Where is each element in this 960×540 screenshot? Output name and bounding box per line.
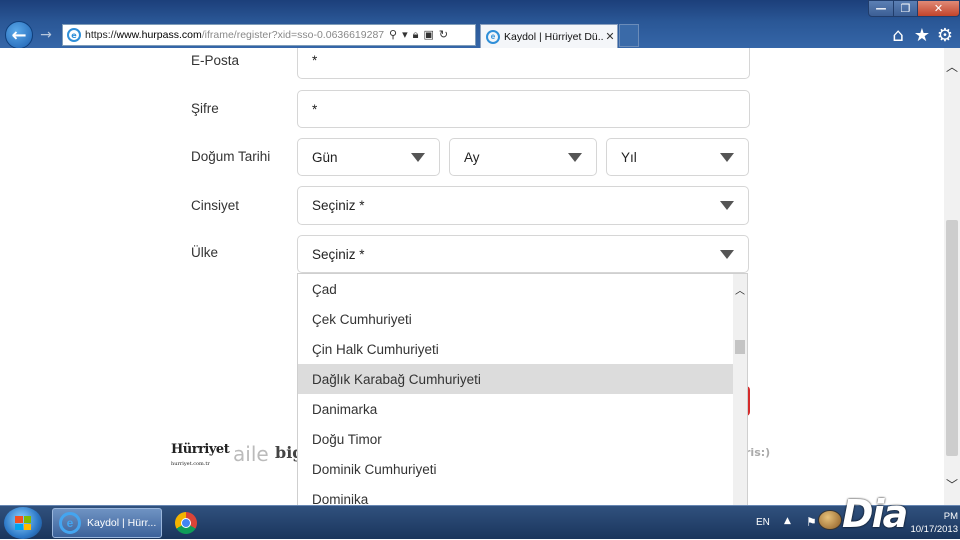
birth-day-select[interactable]: Gün: [297, 138, 440, 176]
country-option[interactable]: Dominik Cumhuriyeti: [298, 454, 734, 484]
windows-logo-icon: [15, 516, 31, 530]
scroll-down-icon[interactable]: ﹀: [944, 476, 960, 493]
taskbar-ie-button[interactable]: e Kaydol | Hürr...: [52, 508, 162, 538]
dropdown-scrollbar-thumb[interactable]: [735, 340, 745, 354]
back-button[interactable]: ←: [5, 21, 33, 49]
address-bar[interactable]: e https://www.hurpass.com/iframe/registe…: [62, 24, 476, 46]
birthdate-label: Doğum Tarihi: [191, 149, 271, 164]
ris-logo[interactable]: ris:): [745, 446, 770, 459]
country-select-value: Seçiniz *: [312, 246, 365, 262]
taskbar: e Kaydol | Hürr... EN ▲ ⚑ Dia PM 10/17/2…: [0, 492, 960, 539]
hurriyet-logo-subtext: hurriyet.com.tr: [171, 461, 210, 467]
favorites-star-icon[interactable]: ★: [912, 25, 932, 46]
birth-year-select[interactable]: Yıl: [606, 138, 749, 176]
close-window-button[interactable]: ✕: [917, 0, 960, 17]
gear-icon[interactable]: ⚙: [935, 25, 955, 46]
search-icon[interactable]: ⚲: [389, 28, 397, 42]
country-option[interactable]: Dağlık Karabağ Cumhuriyeti: [298, 364, 734, 394]
ball-icon: [818, 510, 842, 530]
ie-favicon-icon: e: [67, 28, 81, 42]
gender-label: Cinsiyet: [191, 198, 240, 213]
tab-ie-favicon-icon: e: [486, 29, 500, 44]
action-center-flag-icon[interactable]: ⚑: [806, 515, 817, 529]
system-clock[interactable]: PM 10/17/2013: [880, 510, 958, 536]
internet-explorer-icon: e: [59, 512, 81, 534]
refresh-icon[interactable]: ↻: [439, 28, 448, 42]
chevron-down-icon: [411, 152, 425, 162]
hurriyet-logo-text: Hürriyet: [171, 442, 230, 457]
country-dropdown-list[interactable]: Çad Çek Cumhuriyeti Çin Halk Cumhuriyeti…: [297, 273, 748, 505]
tray-expand-icon[interactable]: ▲: [784, 516, 791, 526]
country-label: Ülke: [191, 245, 219, 260]
maximize-button[interactable]: ❐: [893, 0, 918, 17]
back-arrow-icon: ←: [11, 24, 27, 46]
birth-day-value: Gün: [312, 149, 338, 165]
dropdown-scrollbar[interactable]: ︿: [733, 274, 747, 505]
taskbar-chrome-button[interactable]: [172, 510, 200, 536]
chevron-down-icon: [568, 152, 582, 162]
chevron-down-icon: [720, 201, 734, 210]
password-field-value: *: [312, 101, 318, 117]
country-select[interactable]: Seçiniz *: [297, 235, 749, 273]
new-tab-button[interactable]: [619, 24, 639, 47]
chevron-down-icon: [720, 152, 734, 162]
country-option[interactable]: Danimarka: [298, 394, 734, 424]
email-field[interactable]: *: [297, 48, 750, 79]
chevron-down-icon: [720, 249, 734, 259]
country-option[interactable]: Çek Cumhuriyeti: [298, 304, 734, 334]
email-label: E-Posta: [191, 53, 240, 68]
taskbar-ie-label: Kaydol | Hürr...: [87, 517, 157, 529]
hurriyet-logo[interactable]: Hürriyet hurriyet.com.tr: [171, 442, 230, 468]
country-options: Çad Çek Cumhuriyeti Çin Halk Cumhuriyeti…: [298, 274, 734, 505]
url-scheme: https://: [85, 29, 117, 41]
country-option[interactable]: Dominika: [298, 484, 734, 506]
url-path: /iframe/register?xid=sso-0.0636619287: [201, 29, 385, 41]
aile-logo[interactable]: aile: [233, 442, 269, 466]
scroll-up-icon[interactable]: ︿: [944, 58, 960, 75]
dropdown-arrow-icon[interactable]: ▾: [402, 28, 408, 42]
email-field-value: *: [312, 53, 318, 68]
compatibility-view-icon[interactable]: ▣: [423, 28, 433, 42]
clock-period: PM: [943, 511, 958, 522]
tab-title: Kaydol | Hürriyet Dü...: [504, 30, 603, 43]
language-indicator[interactable]: EN: [756, 517, 770, 528]
url-host: www.hurpass.com: [116, 29, 202, 41]
birth-month-select[interactable]: Ay: [449, 138, 597, 176]
country-option[interactable]: Çad: [298, 274, 734, 304]
chevron-up-icon[interactable]: ︿: [733, 282, 747, 297]
browser-chrome: ← → e https://www.hurpass.com/iframe/reg…: [0, 0, 960, 49]
page-scrollbar-thumb[interactable]: [946, 220, 958, 456]
clock-date: 10/17/2013: [910, 524, 958, 535]
tab-close-icon[interactable]: ✕: [603, 30, 617, 43]
tab-kaydol[interactable]: e Kaydol | Hürriyet Dü... ✕: [480, 24, 618, 48]
password-label: Şifre: [191, 101, 219, 116]
forward-arrow-icon: →: [40, 27, 52, 43]
country-option[interactable]: Çin Halk Cumhuriyeti: [298, 334, 734, 364]
minimize-button[interactable]: —: [868, 0, 894, 17]
chrome-icon: [175, 512, 197, 534]
lock-icon[interactable]: 🔒︎: [413, 28, 419, 42]
page-scrollbar[interactable]: ︿ ﹀: [944, 48, 960, 505]
registration-page: E-Posta * Şifre * Doğum Tarihi Gün Ay Yı…: [0, 48, 944, 505]
gender-select-value: Seçiniz *: [312, 198, 365, 213]
forward-button[interactable]: →: [36, 26, 56, 44]
country-option[interactable]: Doğu Timor: [298, 424, 734, 454]
birth-year-value: Yıl: [621, 149, 637, 165]
home-icon[interactable]: ⌂: [888, 25, 908, 46]
password-field[interactable]: *: [297, 90, 750, 128]
birth-month-value: Ay: [464, 149, 480, 165]
start-button[interactable]: [4, 507, 42, 539]
gender-select[interactable]: Seçiniz *: [297, 186, 749, 225]
address-url[interactable]: https://www.hurpass.com/iframe/register?…: [85, 29, 385, 41]
